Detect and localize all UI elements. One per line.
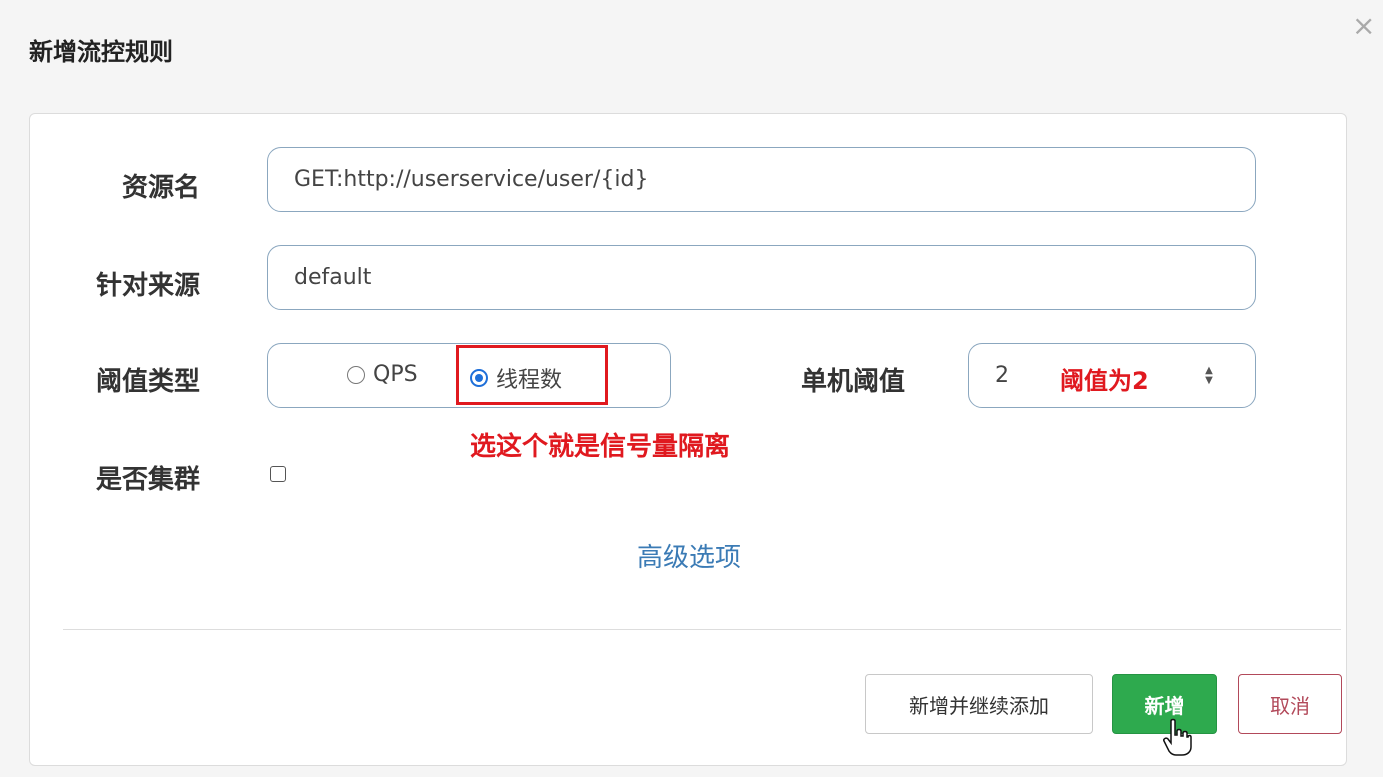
resource-input[interactable]: GET:http://userservice/user/{id} [267,147,1256,212]
cluster-label: 是否集群 [95,465,200,495]
stepper-arrows-icon[interactable]: ▲ ▼ [1202,365,1216,387]
threshold-type-label: 阈值类型 [95,367,200,397]
radio-qps-circle[interactable] [347,365,365,384]
form-panel: 资源名 GET:http://userservice/user/{id} 针对来… [29,113,1347,766]
advanced-options-link[interactable]: 高级选项 [30,537,1348,574]
single-threshold-value: 2 [995,363,1009,388]
cluster-checkbox[interactable] [270,466,286,482]
dialog-title: 新增流控规则 [29,38,173,66]
threshold-annotation: 阈值为2 [1060,367,1149,395]
resource-label: 资源名 [121,173,200,203]
radio-qps[interactable]: QPS [347,362,418,387]
source-label: 针对来源 [95,271,200,301]
footer-divider [63,629,1341,630]
add-and-continue-button[interactable]: 新增并继续添加 [865,674,1093,734]
single-threshold-label: 单机阈值 [800,367,905,397]
resource-input-value: GET:http://userservice/user/{id} [294,167,649,192]
close-icon[interactable]: × [1352,12,1375,40]
annotation-highlight-box [456,345,608,405]
source-input-value: default [294,265,372,290]
cancel-button[interactable]: 取消 [1238,674,1342,734]
hand-cursor-icon [1163,718,1192,756]
semaphore-annotation: 选这个就是信号量隔离 [470,432,731,462]
radio-qps-label: QPS [373,362,418,387]
source-input[interactable]: default [267,245,1256,310]
